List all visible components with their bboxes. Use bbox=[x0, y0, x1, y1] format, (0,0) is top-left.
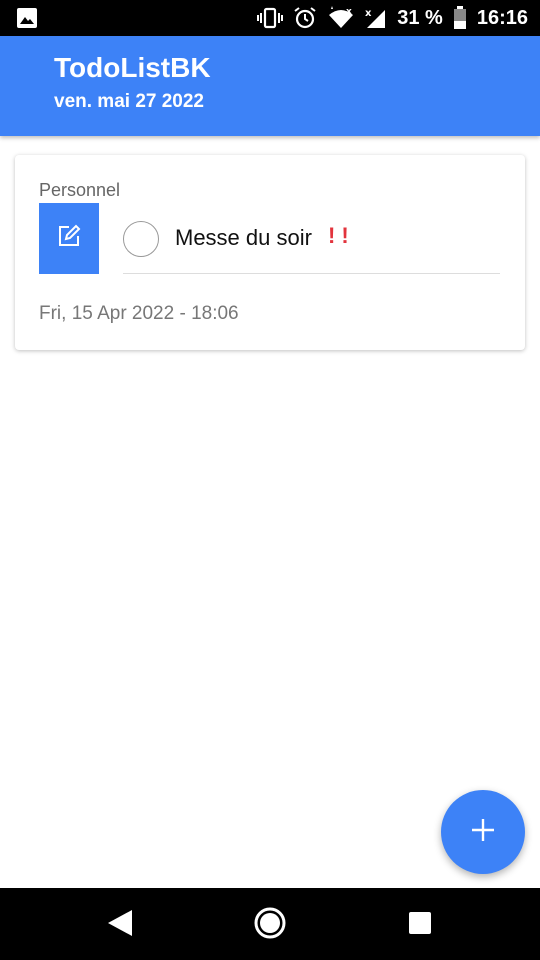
clock-time: 16:16 bbox=[476, 6, 528, 29]
plus-icon bbox=[470, 817, 496, 848]
task-complete-checkbox[interactable] bbox=[123, 221, 159, 257]
divider bbox=[123, 273, 500, 274]
battery-icon bbox=[453, 6, 467, 30]
alarm-icon bbox=[293, 6, 317, 30]
task-title: Messe du soir bbox=[175, 225, 312, 250]
svg-text:x: x bbox=[365, 8, 372, 19]
app-title: TodoListBK bbox=[54, 52, 211, 83]
task-category: Personnel bbox=[39, 180, 121, 200]
task-datetime: Fri, 15 Apr 2022 - 18:06 bbox=[39, 303, 239, 324]
edit-task-button[interactable] bbox=[39, 203, 99, 274]
add-task-button[interactable] bbox=[441, 790, 525, 874]
app-bar: TodoListBK ven. mai 27 2022 bbox=[0, 36, 540, 136]
priority-indicator: !! bbox=[328, 223, 355, 248]
vibrate-icon bbox=[257, 7, 284, 29]
battery-percent: 31 % bbox=[397, 6, 443, 29]
current-date: ven. mai 27 2022 bbox=[54, 91, 204, 112]
signal-icon: x bbox=[365, 7, 387, 29]
svg-text:x: x bbox=[346, 7, 352, 17]
navigation-bar bbox=[0, 888, 540, 960]
back-icon[interactable] bbox=[106, 908, 134, 943]
recents-icon[interactable] bbox=[408, 911, 432, 940]
wifi-icon: x bbox=[327, 6, 355, 30]
image-icon bbox=[16, 7, 38, 34]
home-icon[interactable] bbox=[253, 906, 287, 945]
task-card[interactable]: Personnel Messe du soir !! Fri, 15 Apr 2… bbox=[15, 155, 525, 350]
status-bar: x x 31 % 16:16 bbox=[0, 0, 540, 36]
edit-icon bbox=[56, 223, 82, 254]
